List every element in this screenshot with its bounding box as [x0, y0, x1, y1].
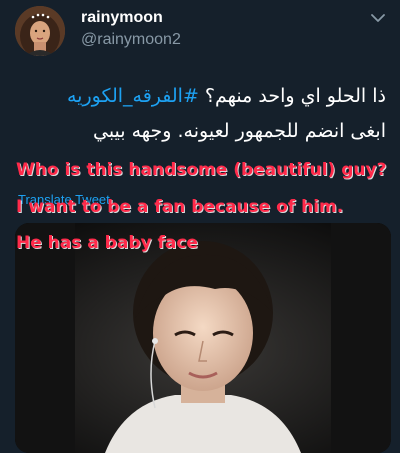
chevron-down-icon[interactable]: [368, 10, 388, 26]
translation-overlay-line-1: Who is this handsome (beautiful) guy?: [16, 160, 387, 180]
display-name[interactable]: rainymoon: [81, 9, 163, 27]
hashtag-link[interactable]: #الفرقه_الكوريه: [67, 85, 199, 107]
tweet-card: rainymoon @rainymoon2 ذا الحلو اي واحد م…: [0, 0, 400, 453]
tweet-text-line-2: ابغى انضم للجمهور لعيونه. وجهه بيبي: [92, 120, 386, 142]
tweet-media[interactable]: [15, 223, 391, 453]
avatar[interactable]: [15, 6, 65, 56]
user-handle[interactable]: @rainymoon2: [81, 31, 181, 49]
tweet-text-line-1: ذا الحلو اي واحد منهم؟ #الفرقه_الكوريه: [67, 85, 386, 107]
avatar-image: [15, 6, 65, 56]
media-image: [15, 223, 391, 453]
tweet-text: ذا الحلو اي واحد منهم؟: [198, 85, 386, 107]
translation-overlay-line-2: I want to be a fan because of him.: [16, 197, 344, 217]
translation-overlay-line-3: He has a baby face: [16, 233, 198, 253]
